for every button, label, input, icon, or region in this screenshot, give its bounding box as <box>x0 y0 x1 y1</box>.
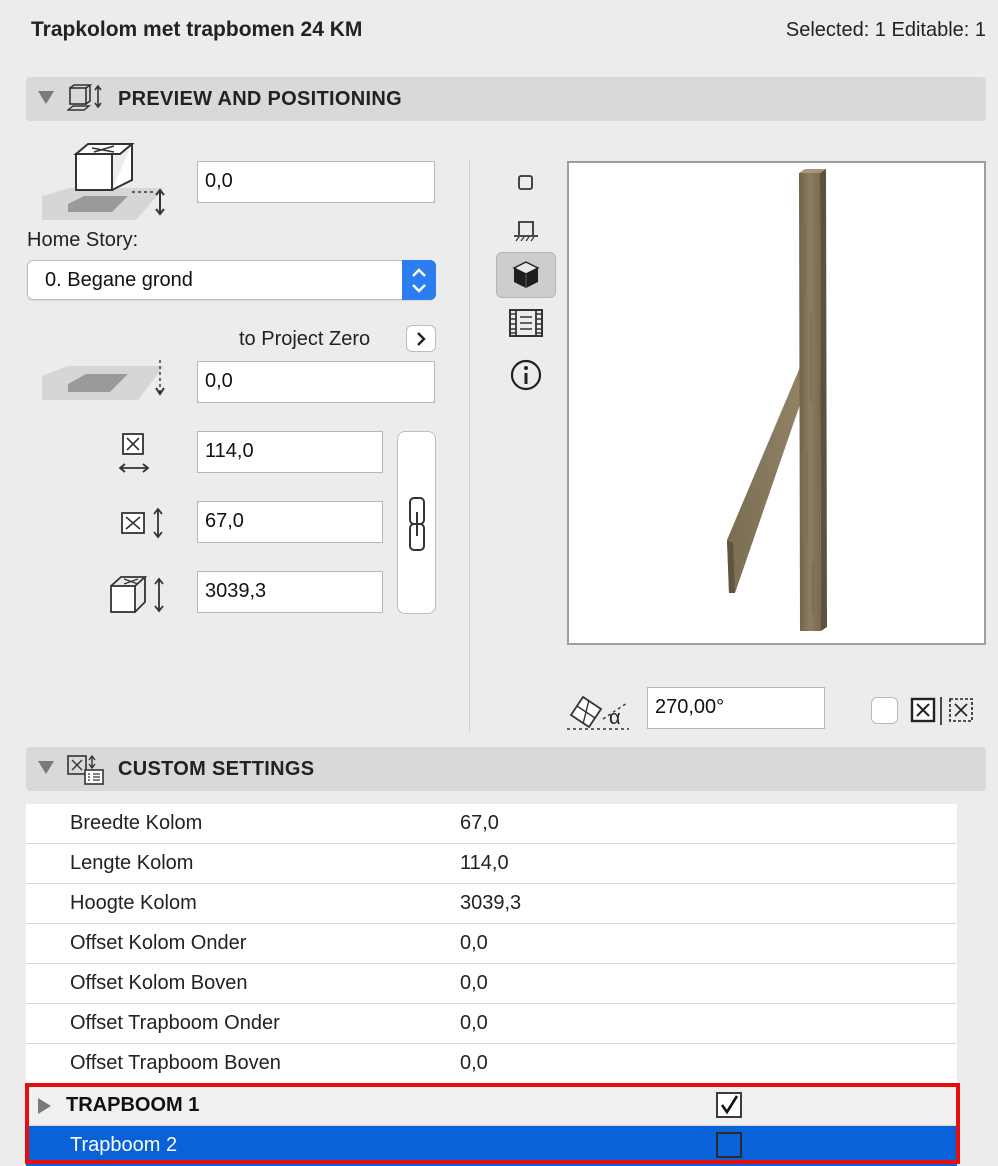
3d-cube-icon <box>512 261 540 288</box>
rotation-angle-icon: α <box>563 689 633 740</box>
view-section-button[interactable] <box>496 208 556 254</box>
param-name: Offset Kolom Onder <box>70 932 247 954</box>
preview-positioning-icon <box>66 84 107 119</box>
preview-section-header[interactable]: PREVIEW AND POSITIONING <box>26 77 986 121</box>
selection-info: Selected: 1 Editable: 1 <box>785 19 986 41</box>
custom-settings-icon <box>67 754 107 791</box>
height-dimension-icon <box>108 574 168 621</box>
param-value[interactable]: 0,0 <box>460 932 488 955</box>
mirror-checkbox[interactable] <box>871 697 898 724</box>
stair-column-model <box>727 169 827 631</box>
elevation-film-icon <box>509 309 543 337</box>
link-proportions-button[interactable] <box>397 431 436 614</box>
depth-field[interactable]: 67,0 <box>197 501 383 543</box>
param-value[interactable]: 0,0 <box>460 1012 488 1035</box>
param-value[interactable]: 3039,3 <box>460 892 521 915</box>
alpha-symbol: α <box>609 707 621 729</box>
table-row[interactable]: Offset Kolom Onder 0,0 <box>26 924 957 964</box>
view-info-button[interactable] <box>496 352 556 398</box>
preview-section-title: PREVIEW AND POSITIONING <box>118 88 402 110</box>
param-name: Offset Trapboom Boven <box>70 1052 281 1074</box>
chain-link-icon <box>409 497 425 551</box>
panel-divider <box>469 160 470 732</box>
mirror-toggle-icons[interactable] <box>910 696 976 731</box>
table-row[interactable]: Offset Trapboom Boven 0,0 <box>26 1044 957 1084</box>
depth-dimension-icon <box>118 507 168 544</box>
param-name: Lengte Kolom <box>70 852 194 874</box>
table-row[interactable]: Offset Kolom Boven 0,0 <box>26 964 957 1004</box>
table-row[interactable]: Lengte Kolom 114,0 <box>26 844 957 884</box>
width-field[interactable]: 114,0 <box>197 431 383 473</box>
param-value[interactable]: 0,0 <box>460 972 488 995</box>
table-row[interactable]: Hoogte Kolom 3039,3 <box>26 884 957 924</box>
elevation-to-story-icon <box>40 140 170 227</box>
highlight-box <box>25 1083 960 1164</box>
panel-title: Trapkolom met trapbomen 24 KM <box>31 18 363 41</box>
3d-preview-canvas[interactable] <box>567 161 986 645</box>
param-name: Offset Trapboom Onder <box>70 1012 280 1034</box>
collapse-triangle-icon[interactable] <box>38 91 54 104</box>
param-name: Hoogte Kolom <box>70 892 197 914</box>
project-zero-field[interactable]: 0,0 <box>197 361 435 403</box>
param-value[interactable]: 114,0 <box>460 852 509 875</box>
width-dimension-icon <box>118 432 152 483</box>
elevation-to-project-zero-icon <box>40 358 170 413</box>
param-value[interactable]: 0,0 <box>460 1052 488 1075</box>
elevation-to-story-field[interactable]: 0,0 <box>197 161 435 203</box>
select-stepper-icon[interactable] <box>402 260 436 300</box>
custom-settings-title: CUSTOM SETTINGS <box>118 758 315 780</box>
view-elevation-button[interactable] <box>496 300 556 346</box>
height-field[interactable]: 3039,3 <box>197 571 383 613</box>
info-icon <box>510 359 542 391</box>
view-3d-button[interactable] <box>496 252 556 298</box>
floor-plan-icon <box>518 175 533 190</box>
section-view-icon <box>514 221 538 242</box>
table-row[interactable]: Offset Trapboom Onder 0,0 <box>26 1004 957 1044</box>
table-row[interactable]: Breedte Kolom 67,0 <box>26 804 957 844</box>
home-story-value: 0. Begane grond <box>45 269 193 291</box>
custom-settings-header[interactable]: CUSTOM SETTINGS <box>26 747 986 791</box>
param-name: Offset Kolom Boven <box>70 972 248 994</box>
rotation-angle-field[interactable]: 270,00° <box>647 687 825 729</box>
collapse-triangle-icon[interactable] <box>38 761 54 774</box>
table-scroll-gutter[interactable] <box>957 804 986 1166</box>
view-floor-plan-button[interactable] <box>496 160 556 206</box>
home-story-select[interactable]: 0. Begane grond <box>27 260 436 300</box>
param-value[interactable]: 67,0 <box>460 812 499 835</box>
chevron-right-icon <box>417 331 426 346</box>
to-project-zero-label: to Project Zero <box>239 328 371 350</box>
home-story-label: Home Story: <box>27 229 139 251</box>
project-zero-toggle-button[interactable] <box>406 325 436 352</box>
param-name: Breedte Kolom <box>70 812 203 834</box>
